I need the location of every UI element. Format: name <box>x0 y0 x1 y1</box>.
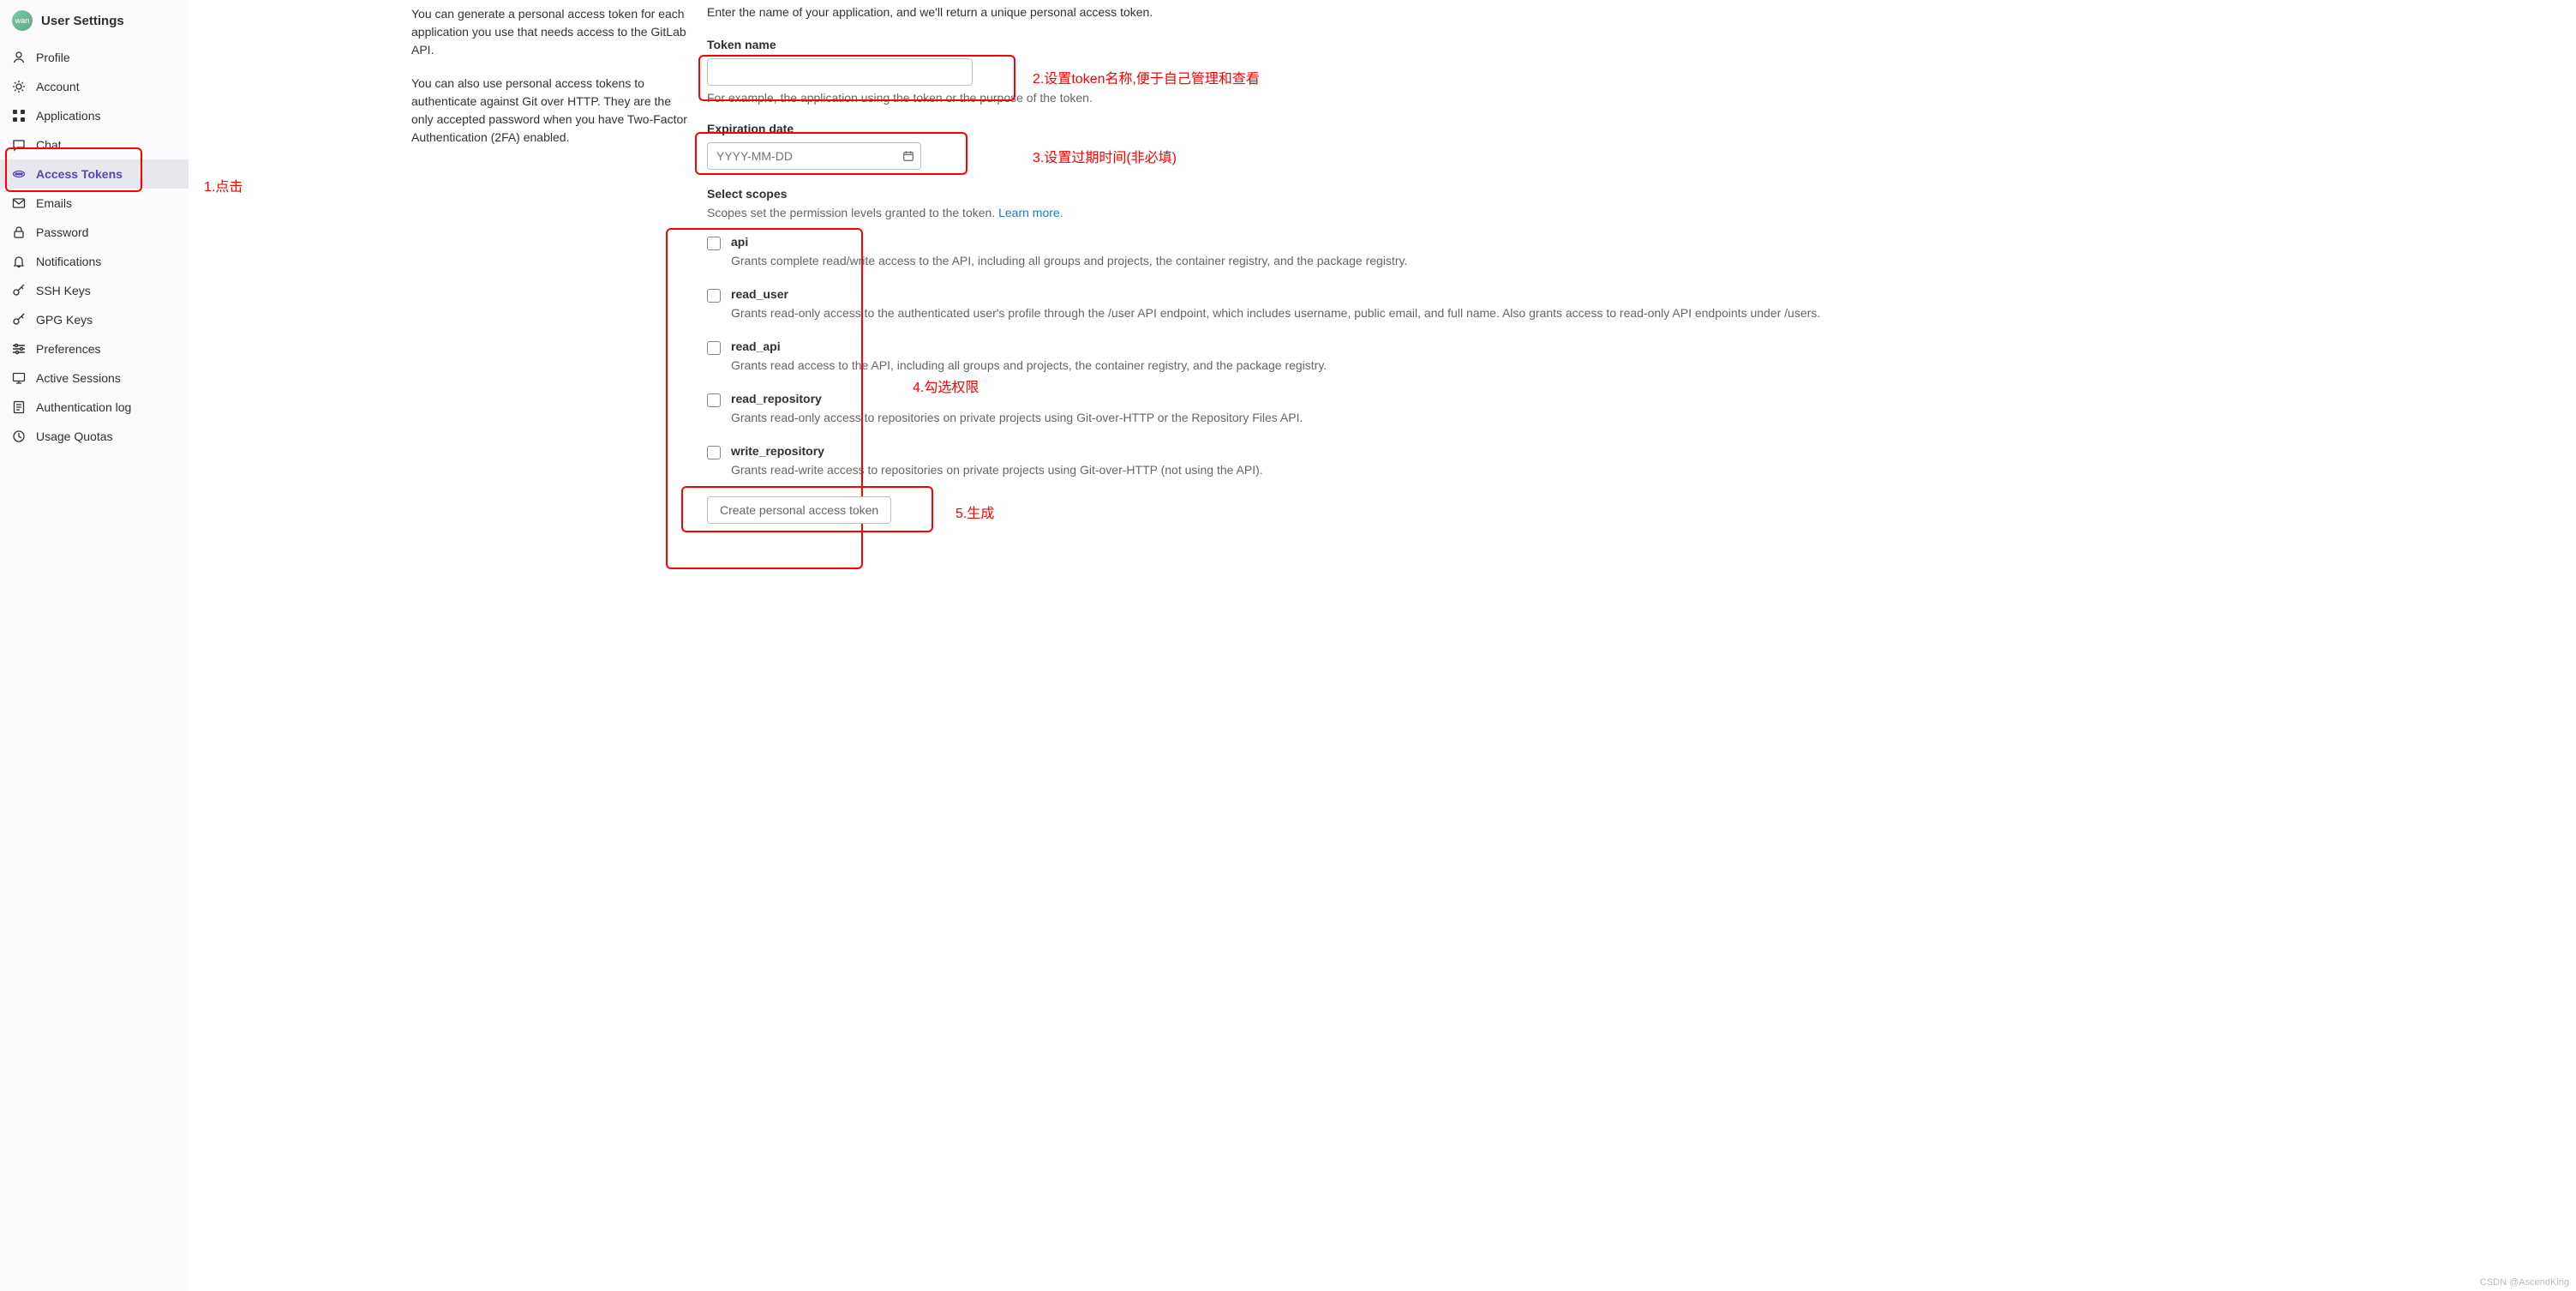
lock-icon <box>12 225 26 239</box>
sidebar-item-emails[interactable]: Emails <box>0 189 189 218</box>
quota-icon <box>12 429 26 443</box>
annotation-text-3: 3.设置过期时间(非必填) <box>1033 146 1177 166</box>
sidebar-item-label: GPG Keys <box>36 313 93 327</box>
sidebar: wan User Settings Profile Account Applicat… <box>0 0 189 1291</box>
expiration-label: Expiration date <box>707 122 2542 135</box>
scope-name: read_repository <box>731 392 2542 405</box>
scope-name: api <box>731 235 2542 249</box>
email-icon <box>12 196 26 210</box>
sessions-icon <box>12 371 26 385</box>
scope-checkbox-write_repository[interactable] <box>707 446 721 459</box>
create-group: Create personal access token 5.生成 <box>707 496 2542 524</box>
key-icon <box>12 284 26 297</box>
description-p1: You can generate a personal access token… <box>411 5 690 59</box>
annotation-text-4: 4.勾选权限 <box>913 375 979 396</box>
sidebar-item-label: Usage Quotas <box>36 429 113 443</box>
sidebar-item-chat[interactable]: Chat <box>0 130 189 159</box>
token-name-label: Token name <box>707 38 2542 51</box>
sidebar-item-label: Access Tokens <box>36 167 123 181</box>
scope-checkbox-read_user[interactable] <box>707 289 721 303</box>
scope-desc: Grants read-only access to the authentic… <box>731 304 2542 322</box>
scope-item-read_api: read_api Grants read access to the API, i… <box>707 339 2542 375</box>
scope-item-write_repository: write_repository Grants read-write access… <box>707 444 2542 479</box>
chat-icon <box>12 138 26 152</box>
annotation-text-1: 1.点击 <box>204 175 243 195</box>
annotation-text-5: 5.生成 <box>956 501 994 522</box>
token-name-input[interactable] <box>707 58 973 86</box>
key-icon <box>12 313 26 327</box>
expiration-group: Expiration date 3.设置过期时间(非必填) <box>707 122 2542 170</box>
learn-more-link[interactable]: Learn more. <box>998 206 1063 219</box>
description-column: You can generate a personal access token… <box>411 0 707 1274</box>
sidebar-item-ssh-keys[interactable]: SSH Keys <box>0 276 189 305</box>
sidebar-item-password[interactable]: Password <box>0 218 189 247</box>
page-title: User Settings <box>41 14 124 28</box>
scope-desc: Grants complete read/write access to the… <box>731 252 2542 270</box>
bell-icon <box>12 255 26 268</box>
sidebar-item-label: Password <box>36 225 88 239</box>
scope-checkbox-read_repository[interactable] <box>707 393 721 407</box>
form-column: Enter the name of your application, and … <box>707 0 2576 1274</box>
applications-icon <box>12 109 26 123</box>
preferences-icon <box>12 342 26 356</box>
sidebar-item-access-tokens[interactable]: Access Tokens <box>0 159 189 189</box>
scopes-title: Select scopes <box>707 187 2542 201</box>
sidebar-item-label: Emails <box>36 196 72 210</box>
sidebar-item-applications[interactable]: Applications <box>0 101 189 130</box>
account-icon <box>12 80 26 93</box>
scope-name: read_user <box>731 287 2542 301</box>
sidebar-item-account[interactable]: Account <box>0 72 189 101</box>
sidebar-item-usage-quotas[interactable]: Usage Quotas <box>0 422 189 451</box>
scope-desc: Grants read access to the API, including… <box>731 357 2542 375</box>
avatar: wan <box>12 10 33 31</box>
token-icon <box>12 167 26 181</box>
sidebar-item-label: Authentication log <box>36 400 131 414</box>
sidebar-item-label: Active Sessions <box>36 371 121 385</box>
token-name-hint: For example, the application using the t… <box>707 91 2542 105</box>
expiration-input[interactable] <box>707 142 921 170</box>
sidebar-item-notifications[interactable]: Notifications <box>0 247 189 276</box>
watermark: CSDN @AscendKing <box>2480 1277 2569 1288</box>
sidebar-item-gpg-keys[interactable]: GPG Keys <box>0 305 189 334</box>
scope-checkbox-read_api[interactable] <box>707 341 721 355</box>
sidebar-item-label: Profile <box>36 51 70 64</box>
create-token-button[interactable]: Create personal access token <box>707 496 891 524</box>
scopes-hint: Scopes set the permission levels granted… <box>707 206 2542 219</box>
sidebar-item-label: SSH Keys <box>36 284 91 297</box>
scope-checkbox-api[interactable] <box>707 237 721 250</box>
scope-desc: Grants read-only access to repositories … <box>731 409 2542 427</box>
log-icon <box>12 400 26 414</box>
scope-item-read_repository: read_repository Grants read-only access t… <box>707 392 2542 427</box>
sidebar-item-label: Notifications <box>36 255 101 268</box>
main-content: You can generate a personal access token… <box>189 0 2576 1291</box>
sidebar-item-label: Preferences <box>36 342 100 356</box>
annotation-text-2: 2.设置token名称,便于自己管理和查看 <box>1033 67 1260 87</box>
scope-name: write_repository <box>731 444 2542 458</box>
sidebar-item-preferences[interactable]: Preferences <box>0 334 189 363</box>
sidebar-header: wan User Settings <box>0 7 189 43</box>
scopes-group: Select scopes Scopes set the permission … <box>707 187 2542 479</box>
form-intro: Enter the name of your application, and … <box>707 5 2542 19</box>
profile-icon <box>12 51 26 64</box>
scope-item-api: api Grants complete read/write access to … <box>707 235 2542 270</box>
scope-desc: Grants read-write access to repositories… <box>731 461 2542 479</box>
sidebar-item-active-sessions[interactable]: Active Sessions <box>0 363 189 393</box>
sidebar-item-label: Account <box>36 80 80 93</box>
sidebar-item-profile[interactable]: Profile <box>0 43 189 72</box>
sidebar-item-label: Chat <box>36 138 62 152</box>
scope-item-read_user: read_user Grants read-only access to the … <box>707 287 2542 322</box>
scope-name: read_api <box>731 339 2542 353</box>
sidebar-item-label: Applications <box>36 109 101 123</box>
description-p2: You can also use personal access tokens … <box>411 75 690 147</box>
token-name-group: Token name For example, the application … <box>707 38 2542 105</box>
sidebar-item-authentication-log[interactable]: Authentication log <box>0 393 189 422</box>
